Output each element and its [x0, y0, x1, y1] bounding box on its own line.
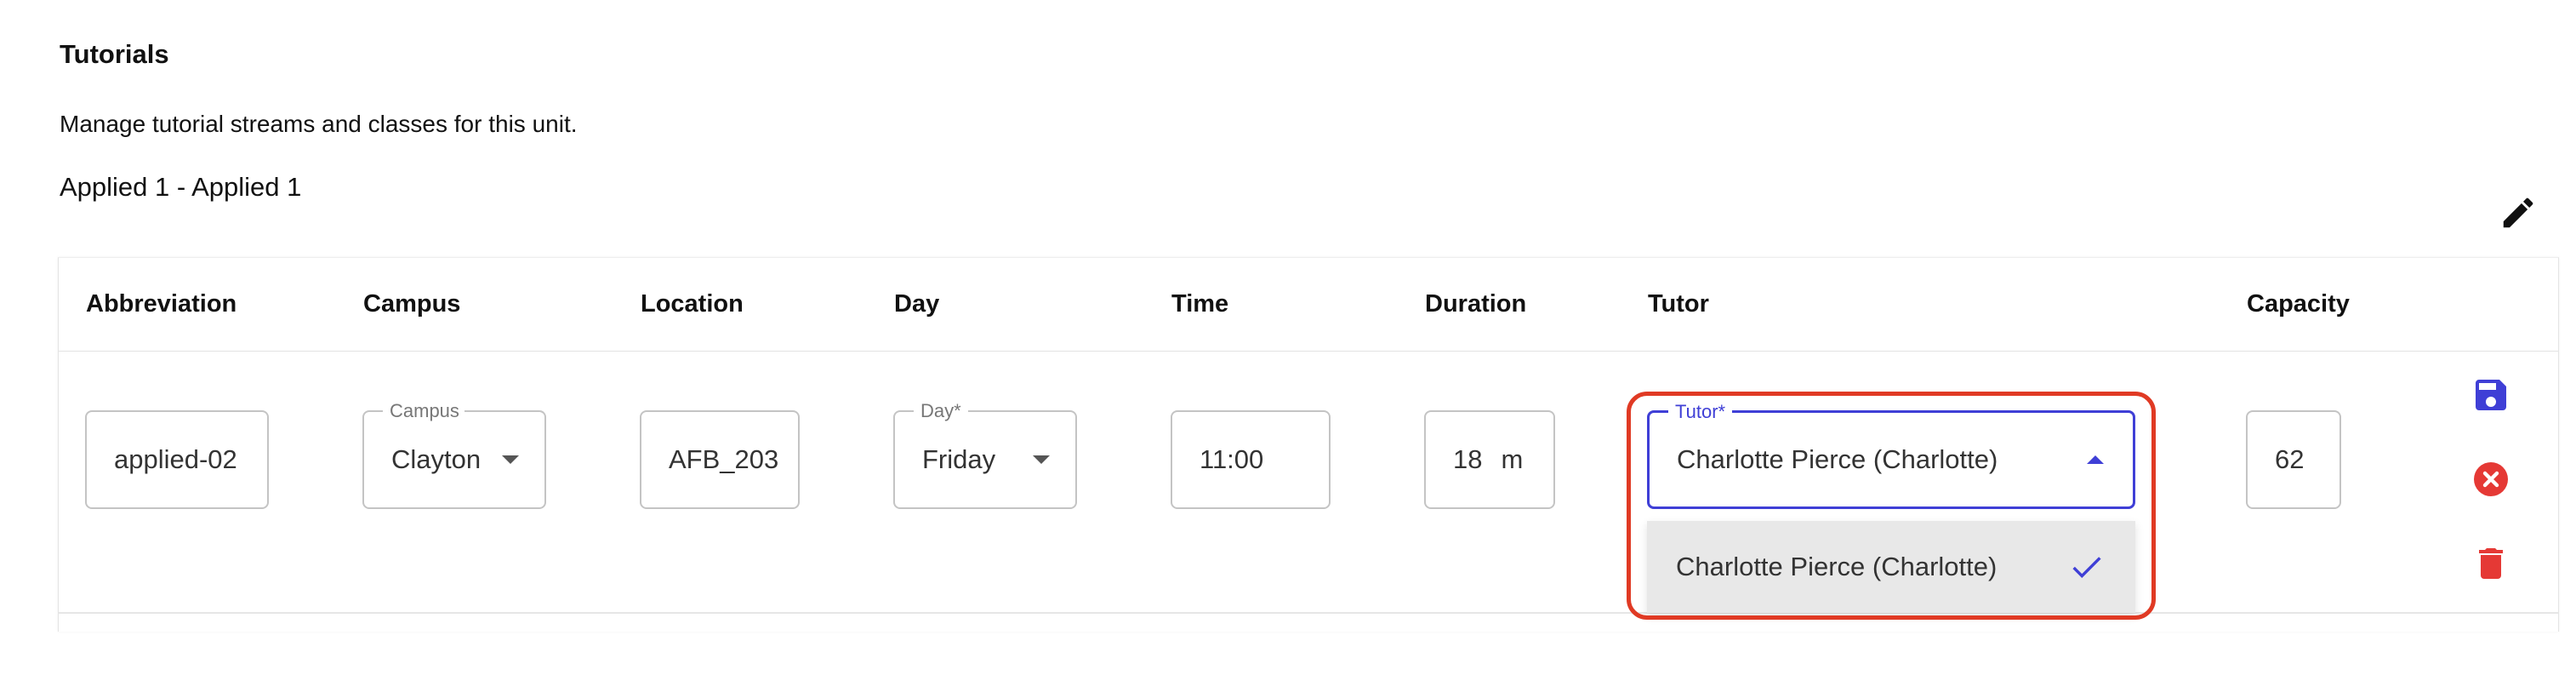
time-value: 11:00: [1200, 444, 1264, 474]
location-value: AFB_203: [669, 444, 779, 474]
delete-button[interactable]: [2467, 540, 2515, 587]
chevron-down-icon: [1033, 455, 1050, 464]
capacity-input[interactable]: 62: [2246, 410, 2341, 509]
save-button[interactable]: [2467, 371, 2515, 419]
tutor-option[interactable]: Charlotte Pierce (Charlotte): [1647, 521, 2135, 613]
column-header-day: Day: [894, 290, 940, 318]
abbreviation-input[interactable]: applied-02: [85, 410, 269, 509]
section-description: Manage tutorial streams and classes for …: [60, 111, 578, 137]
chevron-up-icon: [2087, 455, 2104, 464]
trash-icon: [2479, 548, 2503, 579]
day-select[interactable]: Day* Friday: [893, 399, 1077, 509]
table-header-row: Abbreviation Campus Location Day Time Du…: [59, 258, 2558, 352]
tutor-value: Charlotte Pierce (Charlotte): [1677, 444, 1998, 474]
day-value: Friday: [922, 444, 996, 474]
location-input[interactable]: AFB_203: [640, 410, 800, 509]
day-legend: Day*: [914, 399, 968, 423]
column-header-capacity: Capacity: [2247, 290, 2350, 318]
campus-select[interactable]: Campus Clayton: [362, 399, 546, 509]
time-input[interactable]: 11:00: [1171, 410, 1331, 509]
column-header-duration: Duration: [1425, 290, 1527, 318]
capacity-value: 62: [2275, 444, 2305, 474]
campus-legend: Campus: [383, 399, 464, 423]
cancel-icon: [2474, 462, 2508, 496]
column-header-campus: Campus: [363, 290, 461, 318]
abbreviation-value: applied-02: [114, 444, 237, 474]
chevron-down-icon: [502, 455, 519, 464]
pencil-icon: [2503, 197, 2533, 228]
tutor-legend: Tutor*: [1668, 400, 1733, 424]
column-header-time: Time: [1171, 290, 1229, 318]
tutorials-page: Tutorials Manage tutorial streams and cl…: [0, 0, 2576, 681]
duration-unit: m: [1501, 444, 1524, 474]
check-icon: [2072, 557, 2101, 578]
cancel-button[interactable]: [2467, 455, 2515, 503]
tutor-option-label: Charlotte Pierce (Charlotte): [1676, 552, 1998, 581]
tutor-select[interactable]: Tutor* Charlotte Pierce (Charlotte): [1647, 400, 2135, 509]
stream-title: Applied 1 - Applied 1: [60, 172, 302, 202]
column-header-tutor: Tutor: [1648, 290, 1709, 318]
campus-value: Clayton: [391, 444, 482, 474]
column-header-location: Location: [641, 290, 744, 318]
edit-stream-button[interactable]: [2491, 186, 2545, 240]
duration-value: 18: [1453, 444, 1483, 474]
section-title: Tutorials: [60, 39, 169, 69]
save-icon: [2476, 380, 2506, 410]
column-header-abbreviation: Abbreviation: [86, 290, 237, 318]
duration-input[interactable]: 18 m: [1424, 410, 1555, 509]
